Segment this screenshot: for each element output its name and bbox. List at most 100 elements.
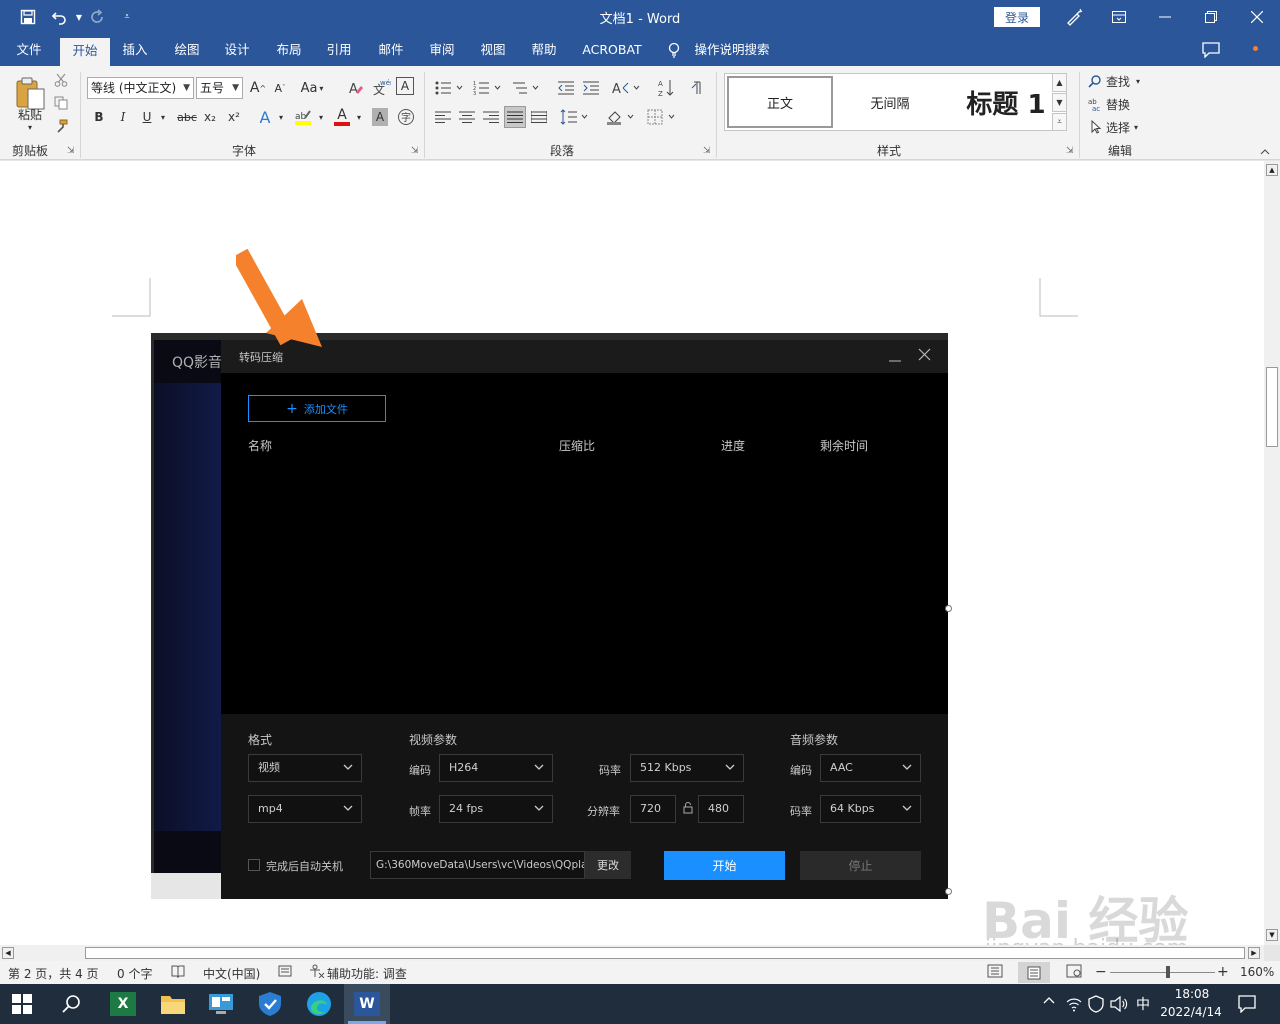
justify-icon[interactable]: [504, 106, 526, 128]
volume-icon[interactable]: [1110, 996, 1128, 1012]
action-center-icon[interactable]: [1238, 995, 1256, 1013]
windows-start-icon[interactable]: [12, 994, 32, 1014]
shutdown-checkbox[interactable]: [248, 859, 260, 871]
font-color-icon[interactable]: A: [333, 106, 351, 128]
restore-icon[interactable]: [1188, 0, 1234, 34]
clock-date[interactable]: 2022/4/14: [1158, 1005, 1224, 1019]
focus-mode-icon[interactable]: [987, 964, 1003, 978]
video-codec-select[interactable]: H264: [439, 754, 553, 782]
highlight-icon[interactable]: ab: [292, 107, 314, 127]
word-count[interactable]: 0 个字: [117, 965, 152, 982]
accessibility-icon[interactable]: [309, 964, 325, 978]
numbering-icon[interactable]: 123: [472, 78, 502, 98]
zoom-in-icon[interactable]: +: [1217, 964, 1229, 980]
zoom-slider[interactable]: [1110, 972, 1215, 973]
ribbon-display-options-icon[interactable]: [1096, 0, 1142, 34]
format-container-select[interactable]: mp4: [248, 795, 362, 823]
proofing-icon[interactable]: [171, 964, 185, 978]
font-launcher-icon[interactable]: ⇲: [411, 146, 419, 156]
control-panel-icon[interactable]: [208, 992, 234, 1016]
ime-indicator[interactable]: 中: [1136, 994, 1150, 1014]
asian-layout-icon[interactable]: A: [611, 78, 641, 98]
scroll-left-icon[interactable]: ◀: [2, 947, 14, 959]
minimize-icon[interactable]: [1142, 0, 1188, 34]
video-bitrate-select[interactable]: 512 Kbps: [630, 754, 744, 782]
tab-home[interactable]: 开始: [60, 38, 110, 66]
language-indicator[interactable]: 中文(中国): [203, 965, 260, 982]
font-size-dropdown[interactable]: 五号 ▼: [196, 77, 243, 99]
copy-icon[interactable]: [53, 95, 69, 111]
dialog-close-icon[interactable]: [918, 348, 931, 361]
increase-indent-icon[interactable]: [581, 78, 601, 98]
align-center-icon[interactable]: [457, 108, 477, 126]
cut-icon[interactable]: [53, 72, 69, 88]
align-right-icon[interactable]: [481, 108, 501, 126]
style-normal[interactable]: 正文: [727, 76, 833, 128]
borders-icon[interactable]: [645, 107, 677, 127]
strikethrough-button[interactable]: abc: [176, 108, 198, 126]
tab-layout[interactable]: 布局: [268, 34, 310, 66]
clipboard-launcher-icon[interactable]: ⇲: [67, 146, 75, 156]
tab-acrobat[interactable]: ACROBAT: [576, 34, 648, 66]
char-shading-icon[interactable]: A: [372, 108, 388, 126]
shrink-font-icon[interactable]: Aˇ: [272, 78, 288, 98]
styles-launcher-icon[interactable]: ⇲: [1066, 146, 1074, 156]
file-explorer-icon[interactable]: [160, 992, 186, 1016]
font-name-dropdown[interactable]: 等线 (中文正文) ▼: [87, 77, 194, 99]
tab-draw[interactable]: 绘图: [166, 34, 208, 66]
change-path-button[interactable]: 更改: [585, 851, 631, 879]
scroll-right-icon[interactable]: ▶: [1248, 947, 1260, 959]
tell-me-search[interactable]: 操作说明搜索: [692, 34, 772, 66]
tab-mailings[interactable]: 邮件: [370, 34, 412, 66]
find-button[interactable]: 查找 ▾: [1088, 71, 1152, 91]
clear-formatting-icon[interactable]: A: [346, 78, 366, 98]
scroll-up-icon[interactable]: ▲: [1266, 164, 1278, 176]
style-no-spacing[interactable]: 无间隔: [837, 76, 943, 128]
resolution-height-input[interactable]: 480: [698, 795, 744, 823]
show-hidden-icons-icon[interactable]: [1043, 996, 1055, 1004]
grow-font-icon[interactable]: A ^: [250, 78, 266, 98]
superscript-button[interactable]: x²: [226, 108, 242, 126]
stop-button[interactable]: 停止: [800, 851, 921, 880]
change-case-button[interactable]: Aa ▾: [300, 78, 324, 98]
styles-more-icon[interactable]: ⩡: [1052, 113, 1067, 131]
bold-button[interactable]: B: [91, 108, 107, 126]
defender-shield-icon[interactable]: [1088, 995, 1104, 1013]
dialog-minimize-icon[interactable]: [889, 356, 901, 362]
styles-scroll-down-icon[interactable]: ▼: [1052, 93, 1067, 112]
security-shield-icon[interactable]: [258, 991, 282, 1017]
paste-dropdown-icon[interactable]: ▾: [24, 122, 36, 132]
accessibility-status[interactable]: 辅助功能: 调查: [327, 965, 407, 982]
text-effects-dropdown-icon[interactable]: ▾: [276, 110, 286, 124]
add-file-button[interactable]: + 添加文件: [248, 395, 386, 422]
format-painter-icon[interactable]: [53, 118, 69, 134]
excel-icon[interactable]: X: [110, 992, 136, 1016]
macro-record-icon[interactable]: [278, 964, 292, 978]
word-taskbar-button[interactable]: W: [344, 984, 390, 1024]
page-count[interactable]: 第 2 页，共 4 页: [8, 965, 99, 982]
comments-icon[interactable]: [1202, 42, 1220, 58]
network-icon[interactable]: [1066, 996, 1082, 1012]
lock-icon[interactable]: [683, 802, 693, 814]
align-left-icon[interactable]: [433, 108, 453, 126]
clock-time[interactable]: 18:08: [1162, 987, 1222, 1001]
multilevel-list-icon[interactable]: [510, 78, 540, 98]
underline-button[interactable]: U: [139, 108, 155, 126]
login-button[interactable]: 登录: [994, 7, 1040, 27]
shading-icon[interactable]: [605, 107, 635, 127]
format-type-select[interactable]: 视频: [248, 754, 362, 782]
edge-browser-icon[interactable]: [306, 991, 332, 1017]
select-button[interactable]: 选择 ▾: [1088, 117, 1152, 137]
output-path-input[interactable]: G:\360MoveData\Users\vc\Videos\QQplay: [370, 851, 585, 879]
paragraph-launcher-icon[interactable]: ⇲: [703, 146, 711, 156]
audio-bitrate-select[interactable]: 64 Kbps: [820, 795, 921, 823]
tab-references[interactable]: 引用: [318, 34, 360, 66]
tab-review[interactable]: 审阅: [421, 34, 463, 66]
resize-handle[interactable]: [945, 605, 952, 612]
zoom-slider-thumb[interactable]: [1166, 966, 1170, 978]
print-layout-icon[interactable]: [1018, 962, 1050, 983]
underline-dropdown-icon[interactable]: ▾: [158, 110, 168, 124]
pen-icon[interactable]: [1063, 6, 1085, 28]
scroll-down-icon[interactable]: ▼: [1266, 929, 1278, 941]
document-canvas[interactable]: QQ影音 转码压缩 + 添加文件 名称 压缩比 进度 剩余时间 格式 视频参数 …: [0, 161, 1264, 961]
